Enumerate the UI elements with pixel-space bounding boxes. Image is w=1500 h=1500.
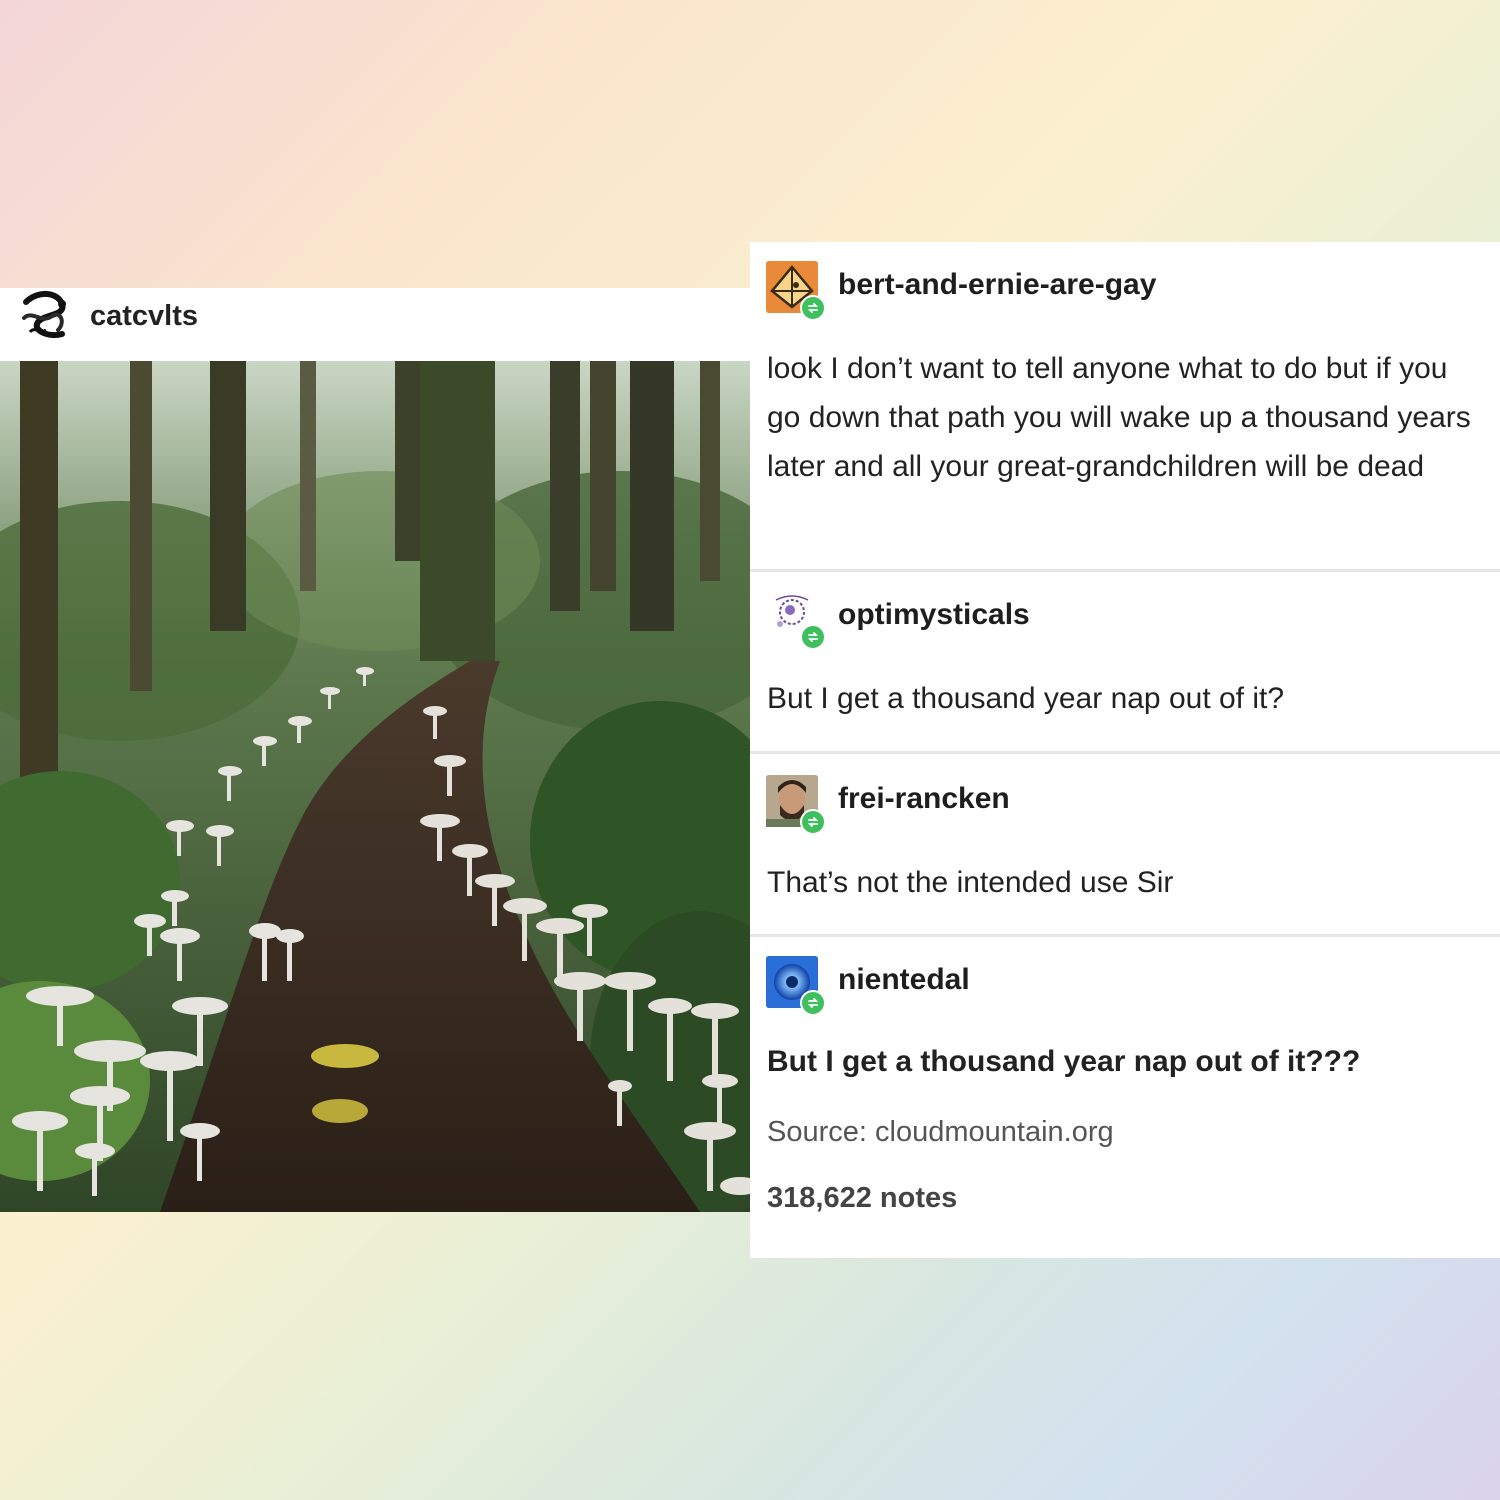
bearded-man-avatar-icon[interactable] [766, 775, 826, 835]
reblog-body: look I don’t want to tell anyone what to… [767, 352, 1471, 483]
reblog-icon [800, 809, 826, 835]
reblog-body: But I get a thousand year nap out of it?… [767, 1045, 1361, 1078]
source-label: Source: [767, 1116, 867, 1148]
reblog-entry: frei-rancken That’s not the intended use… [750, 754, 1500, 934]
reblog-icon [800, 990, 826, 1016]
reblog-body: That’s not the intended use Sir [767, 866, 1174, 899]
note-count[interactable]: 318,622 notes [767, 1182, 957, 1215]
original-post: catcvlts [0, 288, 750, 1212]
reblog-icon [800, 295, 826, 321]
reblog-thread: bert-and-ernie-are-gay look I don’t want… [750, 242, 1500, 1258]
snake-icon[interactable] [18, 288, 72, 342]
reblog-username[interactable]: nientedal [838, 963, 970, 997]
purple-sketch-avatar-icon[interactable] [766, 590, 826, 650]
forest-path-photo [0, 361, 750, 1212]
orange-triangle-avatar-icon[interactable] [766, 261, 826, 321]
source-link[interactable]: cloudmountain.org [875, 1116, 1114, 1148]
post-source[interactable]: Source: cloudmountain.org [767, 1116, 1114, 1149]
reblog-username[interactable]: optimysticals [838, 598, 1030, 632]
reblog-username[interactable]: frei-rancken [838, 782, 1010, 816]
blue-orb-avatar-icon[interactable] [766, 956, 826, 1016]
reblog-entry: bert-and-ernie-are-gay look I don’t want… [750, 242, 1500, 570]
reblog-body: But I get a thousand year nap out of it? [767, 682, 1285, 715]
original-username[interactable]: catcvlts [90, 300, 198, 333]
reblog-icon [800, 624, 826, 650]
reblog-entry: optimysticals But I get a thousand year … [750, 572, 1500, 752]
original-post-header: catcvlts [0, 288, 750, 361]
reblog-username[interactable]: bert-and-ernie-are-gay [838, 268, 1156, 302]
